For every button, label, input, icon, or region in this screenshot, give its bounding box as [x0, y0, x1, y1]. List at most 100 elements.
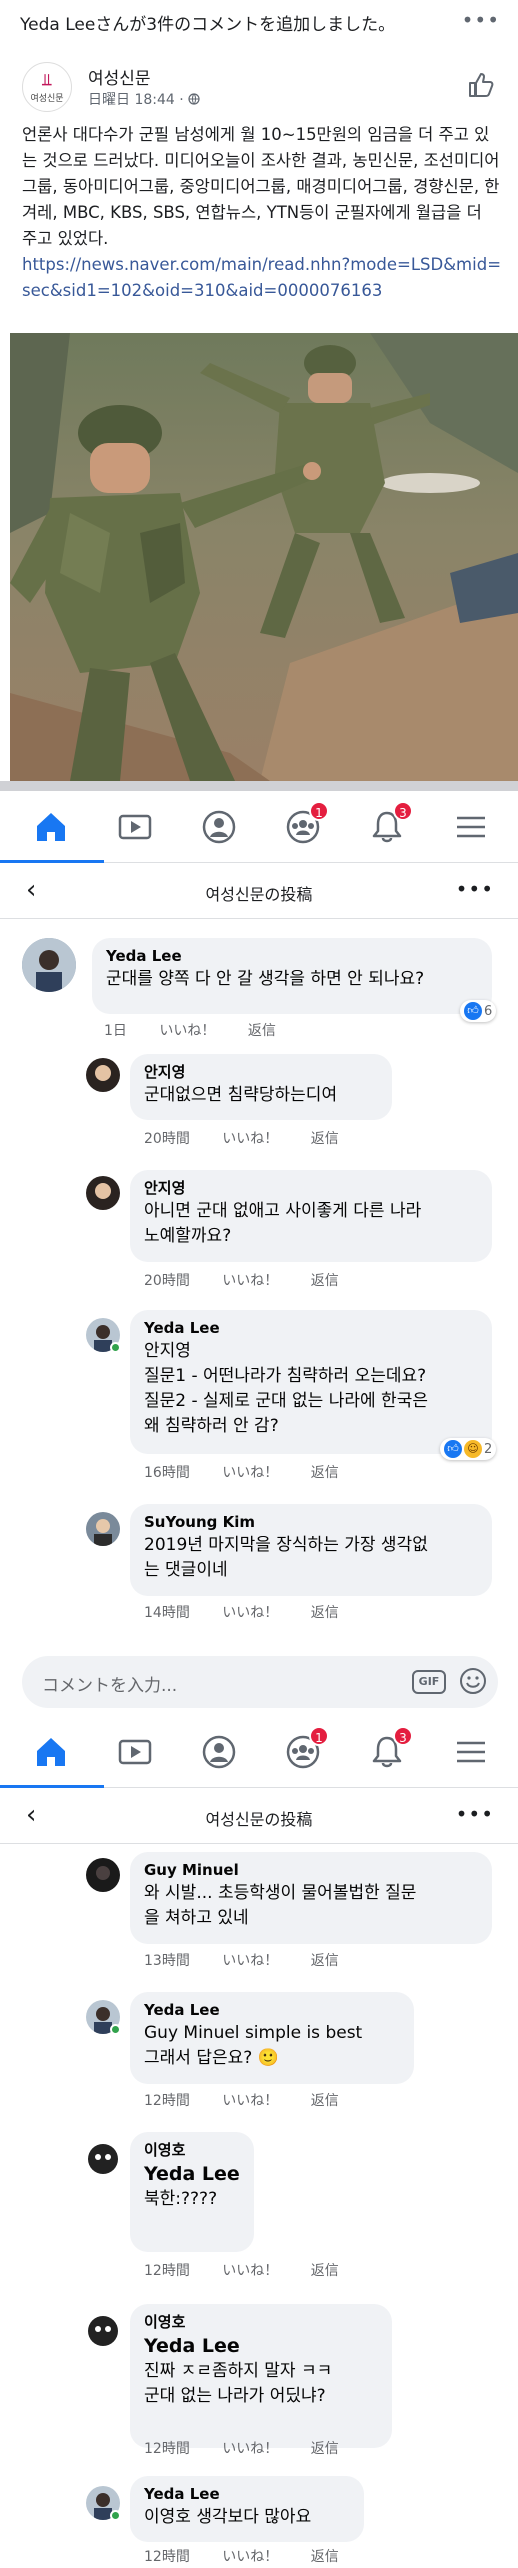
comment-author[interactable]: Yeda Lee: [106, 946, 478, 967]
reply-link[interactable]: 返信: [311, 1465, 339, 1481]
reply-link[interactable]: 返信: [248, 1023, 276, 1039]
reply-link[interactable]: 返信: [311, 1953, 339, 1969]
comment-mention[interactable]: Yeda Lee: [144, 2333, 378, 2359]
post-header: ⫫ 여성신문 여성신문 日曜日 18:44 ·: [0, 62, 518, 112]
gif-button[interactable]: GIF: [412, 1670, 446, 1694]
thread-title: 여성신문の投稿: [205, 885, 313, 904]
comment-author[interactable]: Yeda Lee: [144, 1318, 478, 1339]
comment-text: 군대를 양쪽 다 안 갈 생각을 하면 안 되나요?: [106, 969, 425, 989]
comment-meta: 14時間 いいね！ 返信: [144, 1602, 367, 1622]
reply-link[interactable]: 返信: [311, 1273, 339, 1289]
profile-icon[interactable]: [199, 1732, 239, 1772]
like-link[interactable]: いいね！: [222, 2093, 278, 2109]
comment-mention[interactable]: Yeda Lee: [144, 2161, 240, 2187]
thread-header: ‹ 여성신문の投稿 •••: [0, 863, 518, 919]
like-link[interactable]: いいね！: [222, 2263, 278, 2279]
avatar[interactable]: [86, 2314, 120, 2348]
comment-meta: 12時間 いいね！ 返信: [144, 2260, 367, 2280]
comment-time: 13時間: [144, 1953, 190, 1969]
comment-time: 12時間: [144, 2093, 190, 2109]
groups-icon[interactable]: 1: [283, 1726, 329, 1772]
reply-link[interactable]: 返信: [311, 2549, 339, 2565]
comment-meta: 16時間 いいね！ 返信: [144, 1462, 367, 1482]
bottom-nav-bar: 1 3: [0, 1716, 518, 1788]
comment-author[interactable]: Yeda Lee: [144, 2000, 400, 2021]
reaction-summary[interactable]: 👍︎ ☺︎ 2: [440, 1438, 497, 1460]
avatar[interactable]: [86, 1858, 120, 1892]
like-page-icon[interactable]: [466, 70, 496, 100]
comment-author[interactable]: 안지영: [144, 1178, 478, 1199]
notifications-icon[interactable]: 3: [367, 801, 413, 847]
home-icon[interactable]: [31, 1732, 71, 1772]
post-photo[interactable]: [10, 333, 518, 781]
comment-meta: 13時間 いいね！ 返信: [144, 1950, 367, 1970]
logo-mark-icon: ⫫: [42, 70, 52, 89]
comment-time: 14時間: [144, 1605, 190, 1621]
home-icon[interactable]: [31, 807, 71, 847]
comment-author[interactable]: 이영호: [144, 2312, 378, 2333]
reply-link[interactable]: 返信: [311, 1131, 339, 1147]
reaction-summary[interactable]: 👍︎ 6: [460, 1000, 497, 1022]
comment-text: 북한:????: [144, 2189, 218, 2209]
comment-text: 군대없으면 침략당하는디여: [144, 1085, 338, 1105]
comment-time: 20時間: [144, 1131, 190, 1147]
like-link[interactable]: いいね！: [159, 1023, 215, 1039]
comment-author[interactable]: Yeda Lee: [144, 2484, 350, 2505]
comment-meta: 20時間 いいね！ 返信: [144, 1270, 367, 1290]
post-link[interactable]: https://news.naver.com/main/read.nhn?mod…: [22, 252, 502, 304]
comment-meta: 20時間 いいね！ 返信: [144, 1128, 367, 1148]
video-icon[interactable]: [115, 1732, 155, 1772]
reply-link[interactable]: 返信: [311, 1605, 339, 1621]
like-link[interactable]: いいね！: [222, 1273, 278, 1289]
page-name[interactable]: 여성신문: [88, 64, 151, 89]
like-link[interactable]: いいね！: [222, 1131, 278, 1147]
comment-author[interactable]: 이영호: [144, 2140, 240, 2161]
emoji-icon[interactable]: [458, 1666, 488, 1696]
like-reaction-icon: 👍︎: [464, 1002, 482, 1020]
like-link[interactable]: いいね！: [222, 2549, 278, 2565]
comment-input[interactable]: コメントを入力...: [42, 1671, 177, 1696]
globe-icon: [188, 93, 200, 105]
comment-bubble: Yeda Lee Guy Minuel simple is best 그래서 답…: [130, 1992, 414, 2084]
more-options-icon[interactable]: •••: [462, 8, 500, 32]
comment-meta: 12時間 いいね！ 返信: [144, 2090, 367, 2110]
comment-text: 아니면 군대 없애고 사이좋게 다른 나라 노예할까요?: [144, 1201, 422, 1246]
comment-bubble: 이영호 Yeda Lee 북한:????: [130, 2132, 254, 2252]
notifications-icon[interactable]: 3: [367, 1726, 413, 1772]
bottom-nav-bar: 1 3: [0, 791, 518, 863]
avatar[interactable]: [86, 2142, 120, 2176]
comment-author[interactable]: SuYoung Kim: [144, 1512, 478, 1533]
profile-icon[interactable]: [199, 807, 239, 847]
comment-text: 와 시발... 초등학생이 물어볼법한 질문 을 쳐하고 있네: [144, 1883, 417, 1928]
notifications-badge: 3: [393, 801, 413, 821]
comment-bubble: Yeda Lee 안지영 질문1 - 어떤나라가 침략하러 오는데요? 질문2 …: [130, 1310, 492, 1454]
groups-icon[interactable]: 1: [283, 801, 329, 847]
page-logo[interactable]: ⫫ 여성신문: [22, 62, 72, 112]
menu-icon[interactable]: [451, 1732, 491, 1772]
like-link[interactable]: いいね！: [222, 2441, 278, 2457]
video-icon[interactable]: [115, 807, 155, 847]
comment-bubble: SuYoung Kim 2019년 마지막을 장식하는 가장 생각없 는 댓글이…: [130, 1504, 492, 1596]
avatar[interactable]: [86, 1176, 120, 1210]
thread-header: ‹ 여성신문の投稿 •••: [0, 1788, 518, 1844]
avatar[interactable]: [22, 938, 76, 992]
like-link[interactable]: いいね！: [222, 1953, 278, 1969]
comment-text: 안지영 질문1 - 어떤나라가 침략하러 오는데요? 질문2 - 실제로 군대 …: [144, 1341, 428, 1436]
avatar[interactable]: [86, 1058, 120, 1092]
post-text: 언론사 대다수가 군필 남성에게 월 10~15만원의 임금을 더 주고 있는 …: [22, 125, 500, 248]
reply-link[interactable]: 返信: [311, 2093, 339, 2109]
comment-author[interactable]: 안지영: [144, 1062, 378, 1083]
comment-composer[interactable]: コメントを入力... GIF: [22, 1656, 498, 1708]
like-reaction-icon: 👍︎: [444, 1440, 462, 1458]
menu-icon[interactable]: [451, 807, 491, 847]
reply-link[interactable]: 返信: [311, 2263, 339, 2279]
like-link[interactable]: いいね！: [222, 1605, 278, 1621]
like-link[interactable]: いいね！: [222, 1465, 278, 1481]
reply-link[interactable]: 返信: [311, 2441, 339, 2457]
avatar[interactable]: [86, 1512, 120, 1546]
comment-time: 12時間: [144, 2549, 190, 2565]
more-options-icon[interactable]: •••: [456, 877, 494, 901]
comment-author[interactable]: Guy Minuel: [144, 1860, 478, 1881]
more-options-icon[interactable]: •••: [456, 1802, 494, 1826]
post-body: 언론사 대다수가 군필 남성에게 월 10~15만원의 임금을 더 주고 있는 …: [22, 122, 502, 304]
